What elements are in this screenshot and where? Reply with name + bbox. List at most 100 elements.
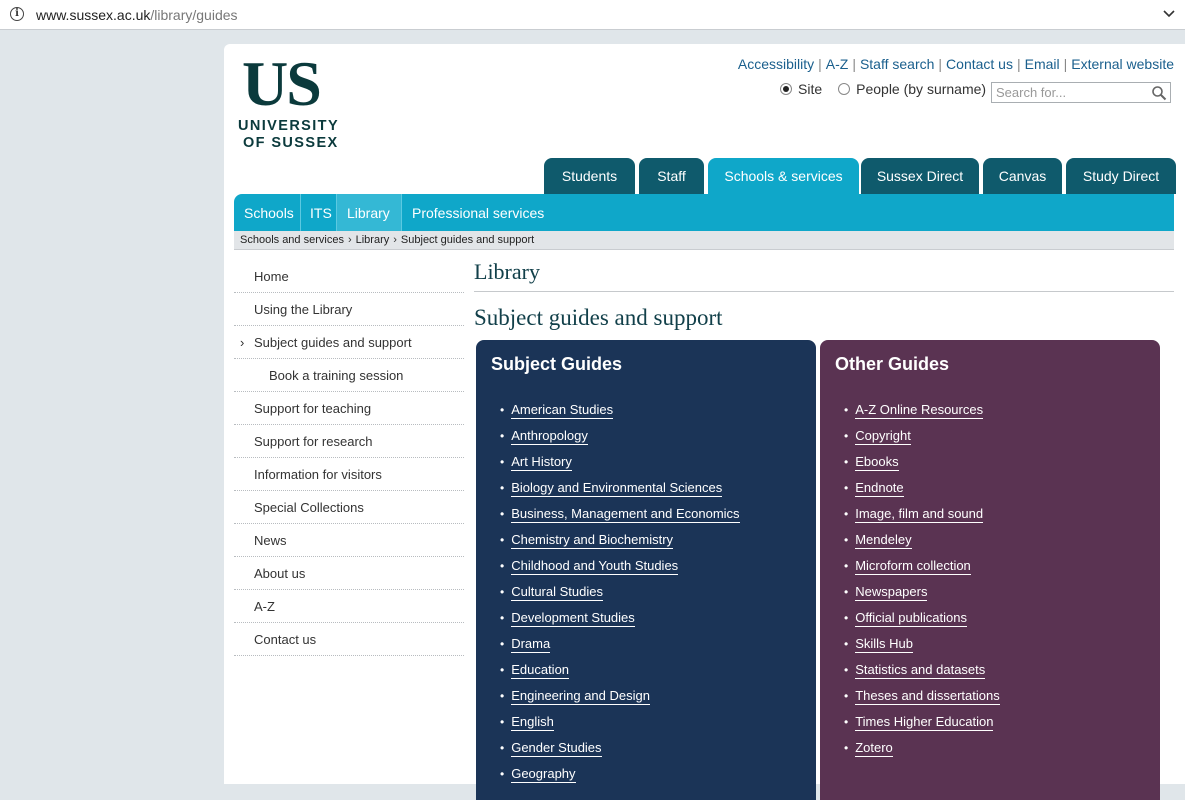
guide-link-ebooks[interactable]: Ebooks <box>855 454 899 471</box>
subnav-item-library[interactable]: Library <box>337 194 401 231</box>
guide-link-engineering-and-design[interactable]: Engineering and Design <box>511 688 650 705</box>
leftnav-item-contact-us[interactable]: Contact us <box>234 623 464 656</box>
radio-button[interactable] <box>780 83 792 95</box>
utility-link-a-z[interactable]: A-Z <box>826 56 849 72</box>
guide-link-statistics-and-datasets[interactable]: Statistics and datasets <box>855 662 986 679</box>
search-scope-people-by-surname[interactable]: People (by surname) <box>838 81 986 97</box>
guide-link-skills-hub[interactable]: Skills Hub <box>855 636 913 653</box>
breadcrumb-item-library[interactable]: Library <box>356 234 390 246</box>
guide-link-gender-studies[interactable]: Gender Studies <box>511 740 602 757</box>
leftnav-label: About us <box>254 566 306 581</box>
leftnav-item-support-for-teaching[interactable]: Support for teaching <box>234 392 464 425</box>
leftnav-label: Book a training session <box>269 368 404 383</box>
info-icon[interactable]: i <box>10 7 24 21</box>
guide-link-anthropology[interactable]: Anthropology <box>511 428 588 445</box>
logo-mark: US <box>242 48 322 119</box>
tab-schools-and-services[interactable]: Schools & services <box>708 158 859 195</box>
subnav-item-professional-services[interactable]: Professional services <box>402 194 562 231</box>
leftnav-item-using-the-library[interactable]: Using the Library <box>234 293 464 326</box>
leftnav-item-support-for-research[interactable]: Support for research <box>234 425 464 458</box>
list-item: Biology and Environmental Sciences <box>500 478 740 504</box>
leftnav-item-special-collections[interactable]: Special Collections <box>234 491 464 524</box>
list-item: Mendeley <box>844 530 1000 556</box>
other-guides-panel: Other Guides A-Z Online Resources Copyrig… <box>820 340 1160 800</box>
leftnav-item-home[interactable]: Home <box>234 260 464 293</box>
utility-link-accessibility[interactable]: Accessibility <box>738 56 814 72</box>
guide-link-drama[interactable]: Drama <box>511 636 551 653</box>
list-item: American Studies <box>500 400 740 426</box>
subnav-item-its[interactable]: ITS <box>300 194 335 231</box>
guide-link-childhood-and-youth-studies[interactable]: Childhood and Youth Studies <box>511 558 679 575</box>
guide-link-copyright[interactable]: Copyright <box>855 428 911 445</box>
url-host: www.sussex.ac.uk <box>36 7 151 23</box>
tab-study-direct[interactable]: Study Direct <box>1066 158 1176 194</box>
leftnav-item-about-us[interactable]: About us <box>234 557 464 590</box>
breadcrumb: Schools and services › Library › Subject gui… <box>234 231 1174 250</box>
search-input[interactable] <box>996 85 1146 100</box>
url-text[interactable]: www.sussex.ac.uk/library/guides <box>36 7 238 23</box>
section-title: Library <box>474 259 540 284</box>
chevron-right-icon: › <box>347 234 352 246</box>
list-item: Theses and dissertations <box>844 686 1000 712</box>
utility-link-email[interactable]: Email <box>1025 56 1060 72</box>
guide-link-cultural-studies[interactable]: Cultural Studies <box>511 584 603 601</box>
leftnav-item-a-z[interactable]: A-Z <box>234 590 464 623</box>
page-title: Subject guides and support <box>474 305 723 330</box>
guide-link-english[interactable]: English <box>511 714 554 731</box>
list-item: Anthropology <box>500 426 740 452</box>
guide-link-american-studies[interactable]: American Studies <box>511 402 614 419</box>
guide-link-chemistry-and-biochemistry[interactable]: Chemistry and Biochemistry <box>511 532 674 549</box>
browser-address-bar[interactable]: i www.sussex.ac.uk/library/guides <box>0 0 1185 30</box>
utility-link-staff-search[interactable]: Staff search <box>860 56 934 72</box>
guide-link-official-publications[interactable]: Official publications <box>855 610 967 627</box>
list-item: Cultural Studies <box>500 582 740 608</box>
tab-canvas[interactable]: Canvas <box>983 158 1062 194</box>
leftnav-item-information-for-visitors[interactable]: Information for visitors <box>234 458 464 491</box>
radio-button[interactable] <box>838 83 851 95</box>
leftnav-item-news[interactable]: News <box>234 524 464 557</box>
guide-link-mendeley[interactable]: Mendeley <box>855 532 912 549</box>
leftnav-item-book-a-training-session[interactable]: Book a training session <box>234 359 464 392</box>
utility-link-contact-us[interactable]: Contact us <box>946 56 1013 72</box>
guide-link-endnote[interactable]: Endnote <box>855 480 904 497</box>
sub-navigation: Schools ITS Library Professional services <box>234 194 1174 231</box>
guide-link-geography[interactable]: Geography <box>511 766 576 783</box>
guide-link-biology-and-environmental-sciences[interactable]: Biology and Environmental Sciences <box>511 480 723 497</box>
search-box[interactable] <box>991 82 1171 103</box>
tab-sussex-direct[interactable]: Sussex Direct <box>861 158 979 194</box>
list-item: Ebooks <box>844 452 1000 478</box>
list-item: Engineering and Design <box>500 686 740 712</box>
tab-students[interactable]: Students <box>544 158 635 194</box>
guide-link-business-management-and-economics[interactable]: Business, Management and Economics <box>511 506 740 523</box>
list-item: Education <box>500 660 740 686</box>
radio-label: Site <box>798 81 823 97</box>
search-scope-site[interactable]: Site <box>780 81 822 97</box>
link-separator: | <box>1063 56 1068 72</box>
guide-link-art-history[interactable]: Art History <box>511 454 572 471</box>
list-item: Childhood and Youth Studies <box>500 556 740 582</box>
guide-link-development-studies[interactable]: Development Studies <box>511 610 635 627</box>
guide-link-newspapers[interactable]: Newspapers <box>855 584 928 601</box>
leftnav-label: Support for research <box>254 434 373 449</box>
breadcrumb-item-schools-and-services[interactable]: Schools and services <box>240 234 344 246</box>
list-item: Newspapers <box>844 582 1000 608</box>
guide-link-times-higher-education[interactable]: Times Higher Education <box>855 714 994 731</box>
guide-link-microform-collection[interactable]: Microform collection <box>855 558 971 575</box>
list-item: Official publications <box>844 608 1000 634</box>
list-item: Art History <box>500 452 740 478</box>
tab-staff[interactable]: Staff <box>639 158 704 194</box>
guide-link-image-film-and-sound[interactable]: Image, film and sound <box>855 506 984 523</box>
list-item: Copyright <box>844 426 1000 452</box>
list-item: Microform collection <box>844 556 1000 582</box>
leftnav-item-subject-guides-and-support[interactable]: › Subject guides and support <box>234 326 464 359</box>
guide-link-theses-and-dissertations[interactable]: Theses and dissertations <box>855 688 1000 705</box>
guide-link-a-z-online-resources[interactable]: A-Z Online Resources <box>855 402 984 419</box>
subnav-item-schools[interactable]: Schools <box>234 194 300 231</box>
link-separator: | <box>818 56 822 72</box>
guide-link-zotero[interactable]: Zotero <box>855 740 893 757</box>
chevron-down-icon[interactable] <box>1161 5 1177 21</box>
guide-link-education[interactable]: Education <box>511 662 570 679</box>
search-icon[interactable] <box>1151 85 1167 101</box>
utility-link-external-website[interactable]: External website <box>1071 56 1174 72</box>
list-item: Statistics and datasets <box>844 660 1000 686</box>
